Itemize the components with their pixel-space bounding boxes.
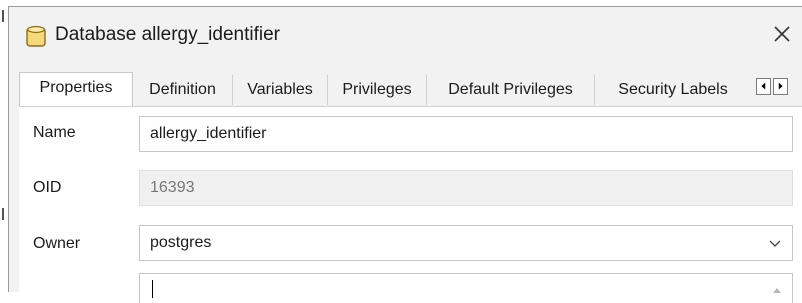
tab-bar: Properties Definition Variables Privileg… (19, 72, 794, 106)
title-bar[interactable]: Database allergy_identifier (9, 7, 802, 65)
scroll-up-icon[interactable] (772, 286, 782, 294)
owner-label: Owner (33, 235, 81, 252)
text-cursor (152, 280, 153, 298)
oid-label: OID (33, 179, 62, 196)
tab-privileges[interactable]: Privileges (328, 75, 427, 105)
owner-select[interactable]: postgres (139, 225, 793, 261)
name-field[interactable]: allergy_identifier (139, 116, 793, 152)
edge-mark (2, 10, 4, 22)
triangle-left-icon[interactable] (756, 78, 771, 95)
chevron-down-icon[interactable] (768, 238, 782, 248)
background-edge (0, 0, 8, 292)
database-icon (26, 25, 46, 47)
tab-security-labels[interactable]: Security Labels (595, 75, 751, 105)
tab-variables[interactable]: Variables (233, 75, 328, 105)
database-dialog: Database allergy_identifier Properties D… (8, 6, 802, 303)
close-icon[interactable] (768, 19, 796, 49)
name-label: Name (33, 124, 76, 141)
properties-panel: Name allergy_identifier OID 16393 Owner … (19, 106, 802, 303)
owner-value: postgres (150, 234, 212, 251)
oid-field: 16393 (139, 170, 793, 206)
comment-field[interactable] (139, 273, 793, 303)
edge-mark (2, 208, 4, 220)
dialog-title: Database allergy_identifier (55, 24, 280, 45)
tab-definition[interactable]: Definition (133, 75, 233, 105)
tab-properties[interactable]: Properties (19, 72, 133, 106)
triangle-right-icon[interactable] (773, 78, 788, 95)
tab-default-privileges[interactable]: Default Privileges (427, 75, 595, 105)
